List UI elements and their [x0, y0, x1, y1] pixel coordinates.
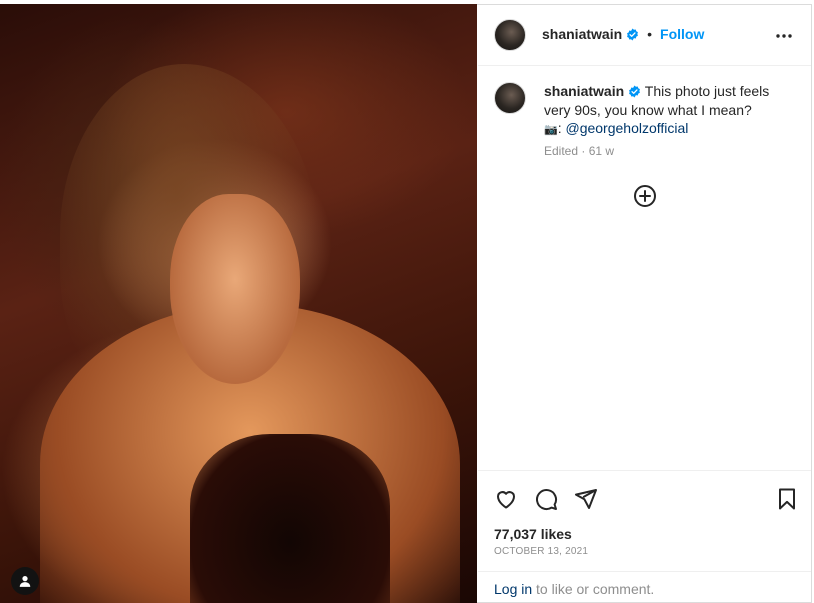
login-rest-text: to like or comment.: [532, 581, 655, 597]
caption-meta: Edited · 61 w: [544, 144, 615, 158]
verified-badge-icon: [629, 85, 641, 98]
post-photo[interactable]: [0, 4, 477, 603]
caption-username[interactable]: shaniatwain: [544, 83, 624, 99]
send-icon[interactable]: [574, 487, 598, 516]
post-caption: shaniatwain This photo just feels very 9…: [544, 83, 770, 136]
avatar[interactable]: [494, 19, 526, 51]
caption-avatar[interactable]: [494, 82, 526, 114]
photo-face-shape: [170, 194, 300, 384]
comment-icon[interactable]: [534, 487, 558, 516]
plus-circle-icon[interactable]: [633, 184, 657, 208]
login-link[interactable]: Log in: [494, 581, 532, 597]
likes-count[interactable]: 77,037 likes: [494, 526, 572, 542]
photo-dress-shape: [190, 434, 390, 603]
more-horizontal-icon[interactable]: [775, 23, 793, 44]
post-date: OCTOBER 13, 2021: [494, 546, 589, 557]
verified-badge-icon: [627, 28, 639, 41]
action-bar: [478, 470, 811, 531]
camera-emoji: 📷: [544, 124, 558, 136]
post-header: shaniatwain • Follow: [478, 5, 811, 66]
user-tag-icon[interactable]: [11, 567, 39, 595]
header-user-row: shaniatwain • Follow: [542, 26, 704, 44]
bookmark-icon[interactable]: [775, 487, 799, 516]
login-footer: Log in to like or comment.: [478, 571, 811, 603]
post-side-panel: shaniatwain • Follow shaniatwain This phot…: [478, 5, 811, 602]
header-username[interactable]: shaniatwain: [542, 26, 622, 42]
follow-button[interactable]: Follow: [660, 26, 704, 42]
heart-icon[interactable]: [494, 487, 518, 516]
caption-mention-link[interactable]: @georgeholzofficial: [565, 120, 688, 136]
separator-dot: •: [647, 26, 653, 42]
login-prompt: Log in to like or comment.: [494, 581, 654, 597]
